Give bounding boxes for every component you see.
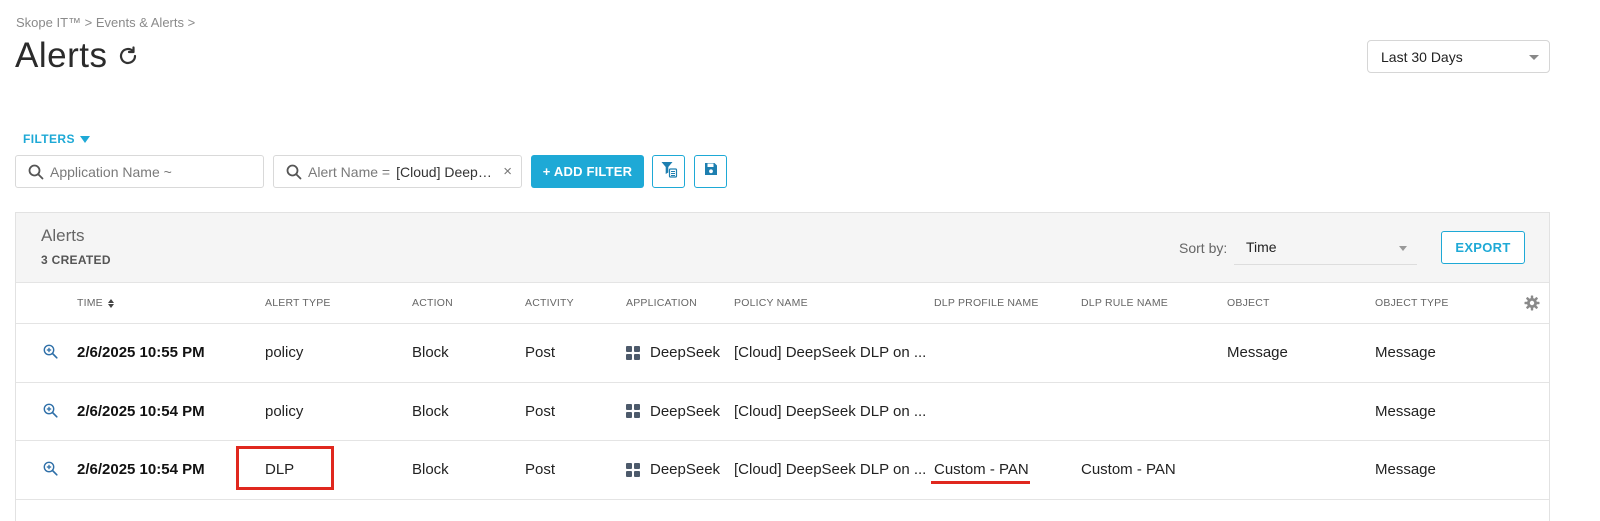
cell-policy-name: [Cloud] DeepSeek DLP on ... — [734, 461, 927, 478]
filter-list-button[interactable] — [652, 155, 685, 188]
save-filter-button[interactable] — [694, 155, 727, 188]
cell-object: Message — [1227, 344, 1288, 361]
column-header-dlp-profile-name[interactable]: DLP PROFILE NAME — [934, 297, 1039, 309]
sort-by-select[interactable]: Time — [1234, 230, 1417, 265]
cell-application-name: DeepSeek — [650, 402, 721, 420]
sort-by-label: Sort by: — [1179, 240, 1228, 256]
search-icon — [286, 164, 302, 180]
application-name-placeholder: Application Name ~ — [50, 163, 172, 180]
cell-application-name: DeepSeek — [650, 344, 721, 361]
settings-gear-icon[interactable] — [1524, 295, 1540, 314]
cell-alert-type: policy — [265, 344, 304, 361]
cell-policy-name: [Cloud] DeepSeek DLP on ... — [734, 402, 927, 420]
chevron-down-icon — [1399, 246, 1407, 251]
app-grid-icon — [626, 404, 640, 418]
breadcrumb[interactable]: Skope IT™ > Events & Alerts > — [16, 15, 195, 30]
alert-name-filter-chip[interactable]: Alert Name = [Cloud] DeepSe... × — [273, 155, 522, 188]
alerts-panel-title: Alerts — [41, 226, 85, 245]
cell-activity: Post — [525, 344, 556, 361]
table-row[interactable]: 2/6/2025 10:55 PM policy Block Post Deep… — [16, 324, 1549, 383]
cell-dlp-rule-name: Custom - PAN — [1081, 461, 1176, 478]
cell-alert-type: policy — [265, 402, 304, 420]
alerts-panel-header: Alerts 3 CREATED Sort by: Time EXPORT — [16, 213, 1549, 283]
cell-object-type: Message — [1375, 461, 1436, 478]
column-header-action[interactable]: ACTION — [412, 297, 453, 309]
search-icon — [28, 164, 44, 180]
column-header-object-type[interactable]: OBJECT TYPE — [1375, 297, 1449, 309]
chevron-down-icon — [1529, 55, 1539, 60]
zoom-in-icon[interactable] — [43, 344, 58, 363]
column-header-policy-name[interactable]: POLICY NAME — [734, 297, 808, 309]
cell-object-type: Message — [1375, 402, 1436, 420]
alert-name-filter-label: Alert Name = — [308, 163, 391, 180]
column-header-time[interactable]: TIME — [77, 297, 114, 309]
cell-time: 2/6/2025 10:54 PM — [77, 461, 205, 478]
zoom-in-icon[interactable] — [43, 461, 58, 480]
cell-activity: Post — [525, 461, 556, 478]
filters-toggle-label: FILTERS — [23, 132, 75, 146]
date-range-value: Last 30 Days — [1381, 48, 1463, 65]
highlight-box-annotation — [236, 446, 334, 490]
page-title: Alerts — [15, 36, 108, 75]
add-filter-button[interactable]: + ADD FILTER — [531, 155, 644, 188]
app-grid-icon — [626, 462, 640, 477]
column-header-alert-type[interactable]: ALERT TYPE — [265, 297, 331, 309]
application-name-filter-input[interactable]: Application Name ~ — [15, 155, 264, 188]
cell-action: Block — [412, 402, 449, 420]
clear-icon[interactable]: × — [503, 163, 512, 180]
sort-by-value: Time — [1246, 239, 1277, 255]
filters-toggle[interactable]: FILTERS — [23, 132, 90, 146]
column-header-object[interactable]: OBJECT — [1227, 297, 1270, 309]
column-header-activity[interactable]: ACTIVITY — [525, 297, 574, 309]
column-header-dlp-rule-name[interactable]: DLP RULE NAME — [1081, 297, 1168, 309]
cell-time: 2/6/2025 10:54 PM — [77, 402, 205, 420]
caret-down-icon — [79, 135, 90, 143]
cell-policy-name: [Cloud] DeepSeek DLP on ... — [734, 344, 927, 361]
save-icon — [704, 162, 718, 181]
cell-action: Block — [412, 344, 449, 361]
cell-application: DeepSeek — [626, 461, 720, 478]
refresh-icon[interactable] — [115, 43, 141, 69]
cell-object-type: Message — [1375, 344, 1436, 361]
date-range-select[interactable]: Last 30 Days — [1367, 40, 1550, 73]
app-grid-icon — [626, 345, 640, 360]
cell-dlp-profile-name: Custom - PAN — [934, 461, 1029, 478]
cell-application: DeepSeek — [626, 344, 720, 361]
table-row[interactable]: 2/6/2025 10:54 PM policy Block Post Deep… — [16, 383, 1549, 441]
title-row: Alerts — [15, 36, 141, 76]
export-button[interactable]: EXPORT — [1441, 231, 1525, 264]
zoom-in-icon[interactable] — [43, 403, 58, 422]
highlight-underline-annotation — [931, 481, 1030, 484]
alerts-count: 3 CREATED — [41, 253, 111, 267]
sort-icon — [107, 298, 114, 308]
column-header-application[interactable]: APPLICATION — [626, 297, 697, 309]
cell-application: DeepSeek — [626, 403, 720, 420]
cell-application-name: DeepSeek — [650, 461, 721, 478]
cell-activity: Post — [525, 402, 556, 420]
cell-action: Block — [412, 461, 449, 478]
filter-list-icon — [660, 160, 678, 183]
alert-name-filter-value: [Cloud] DeepSe... — [396, 163, 499, 180]
table-header: TIME ALERT TYPE ACTION ACTIVITY APPLICAT… — [16, 283, 1549, 324]
cell-time: 2/6/2025 10:55 PM — [77, 344, 205, 361]
